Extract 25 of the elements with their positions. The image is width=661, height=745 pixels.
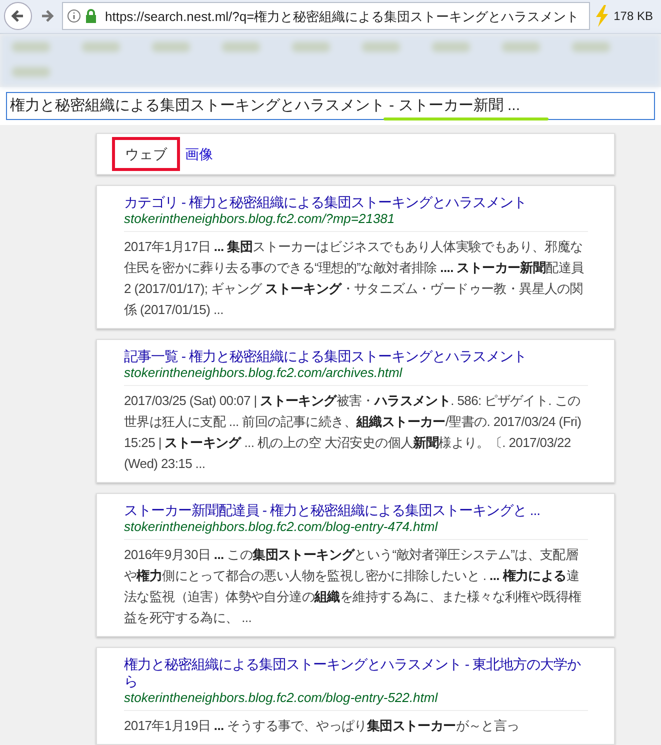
lock-icon — [85, 9, 97, 24]
result-url: stokerintheneighbors.blog.fc2.com/blog-entry-522.html — [124, 690, 439, 706]
forward-icon — [40, 9, 54, 24]
info-icon — [67, 9, 81, 24]
result-snippet: 2017年1月19日 ... そうする事で、やっぱり集団ストーカーが～と言っ — [124, 717, 520, 735]
result-title-link[interactable]: カテゴリ - 権力と秘密組織による集団ストーキングとハラスメント — [124, 194, 588, 211]
search-tab[interactable]: 画像 — [184, 137, 214, 171]
search-field[interactable]: 権力と秘密組織による集団ストーキングとハラスメント - ストーカー新聞 ... — [6, 92, 655, 120]
search-text: 権力と秘密組織による集団ストーキングとハラスメント - ストーカー新聞 ... — [10, 96, 520, 116]
data-size: 178 KB — [614, 8, 653, 26]
result-url: stokerintheneighbors.blog.fc2.com/blog-entry-474.html — [124, 519, 439, 535]
result-title-link[interactable]: 権力と秘密組織による集団ストーキングとハラスメント - 東北地方の大学から — [124, 656, 588, 690]
result-title-link[interactable]: 記事一覧 - 権力と秘密組織による集団ストーキングとハラスメント — [124, 348, 588, 365]
address-bar[interactable]: https://search.nest.ml/?q=権力と秘密組織による集団ストーキングとハラスメント — [62, 2, 590, 30]
url-text: https://search.nest.ml/?q=権力と秘密組織による集団ストーキングとハラスメント — [105, 8, 580, 26]
back-button[interactable] — [4, 2, 32, 30]
result-snippet: 2016年9月30日 ... この集団ストーキングという“敵対者弾圧システム”は、支配層や権力側にとって都合の悪い人物を監視し密かに排除したいと . ... 権力による違法な監視（迫害）体勢や自分達の組織を維持する為に、また様々な利権や既得権益を死守する為に、 ... — [124, 546, 582, 627]
result-snippet: 2017年1月17日 ... 集団ストーカーはビジネスでもあり人体実験でもあり、邪魔な住民を密かに葬り去る事のできる“理想的”な敵対者排除 .... ストーカー新聞配達員 2 (2017/01/17); ギャング ストーキング・サタニズム・ヴードゥー教・異星人の関係 (2017/01/15) ... — [124, 238, 585, 319]
back-icon — [11, 9, 25, 24]
result-url: stokerintheneighbors.blog.fc2.com/?mp=21381 — [124, 211, 396, 227]
result-snippet: 2017/03/25 (Sat) 00:07 | ストーキング被害・ハラスメント. 586: ピザゲイト. この世界は狂人に支配 ... 前回の記事に続き、組織ストーカー/聖書の. 2017/03/24 (Fri) 15:25 | ストーキング ... 机の上の空 大沼安史の個人新聞様より。〔. 2017/03/22 (Wed) 23:15 ... — [124, 392, 582, 473]
search-tab[interactable]: ウェブ — [112, 137, 180, 171]
result-url: stokerintheneighbors.blog.fc2.com/archives.html — [124, 365, 404, 381]
lightning-icon — [594, 5, 610, 28]
result-title-link[interactable]: ストーカー新聞配達員 - 権力と秘密組織による集団ストーキングと ... — [124, 502, 588, 519]
